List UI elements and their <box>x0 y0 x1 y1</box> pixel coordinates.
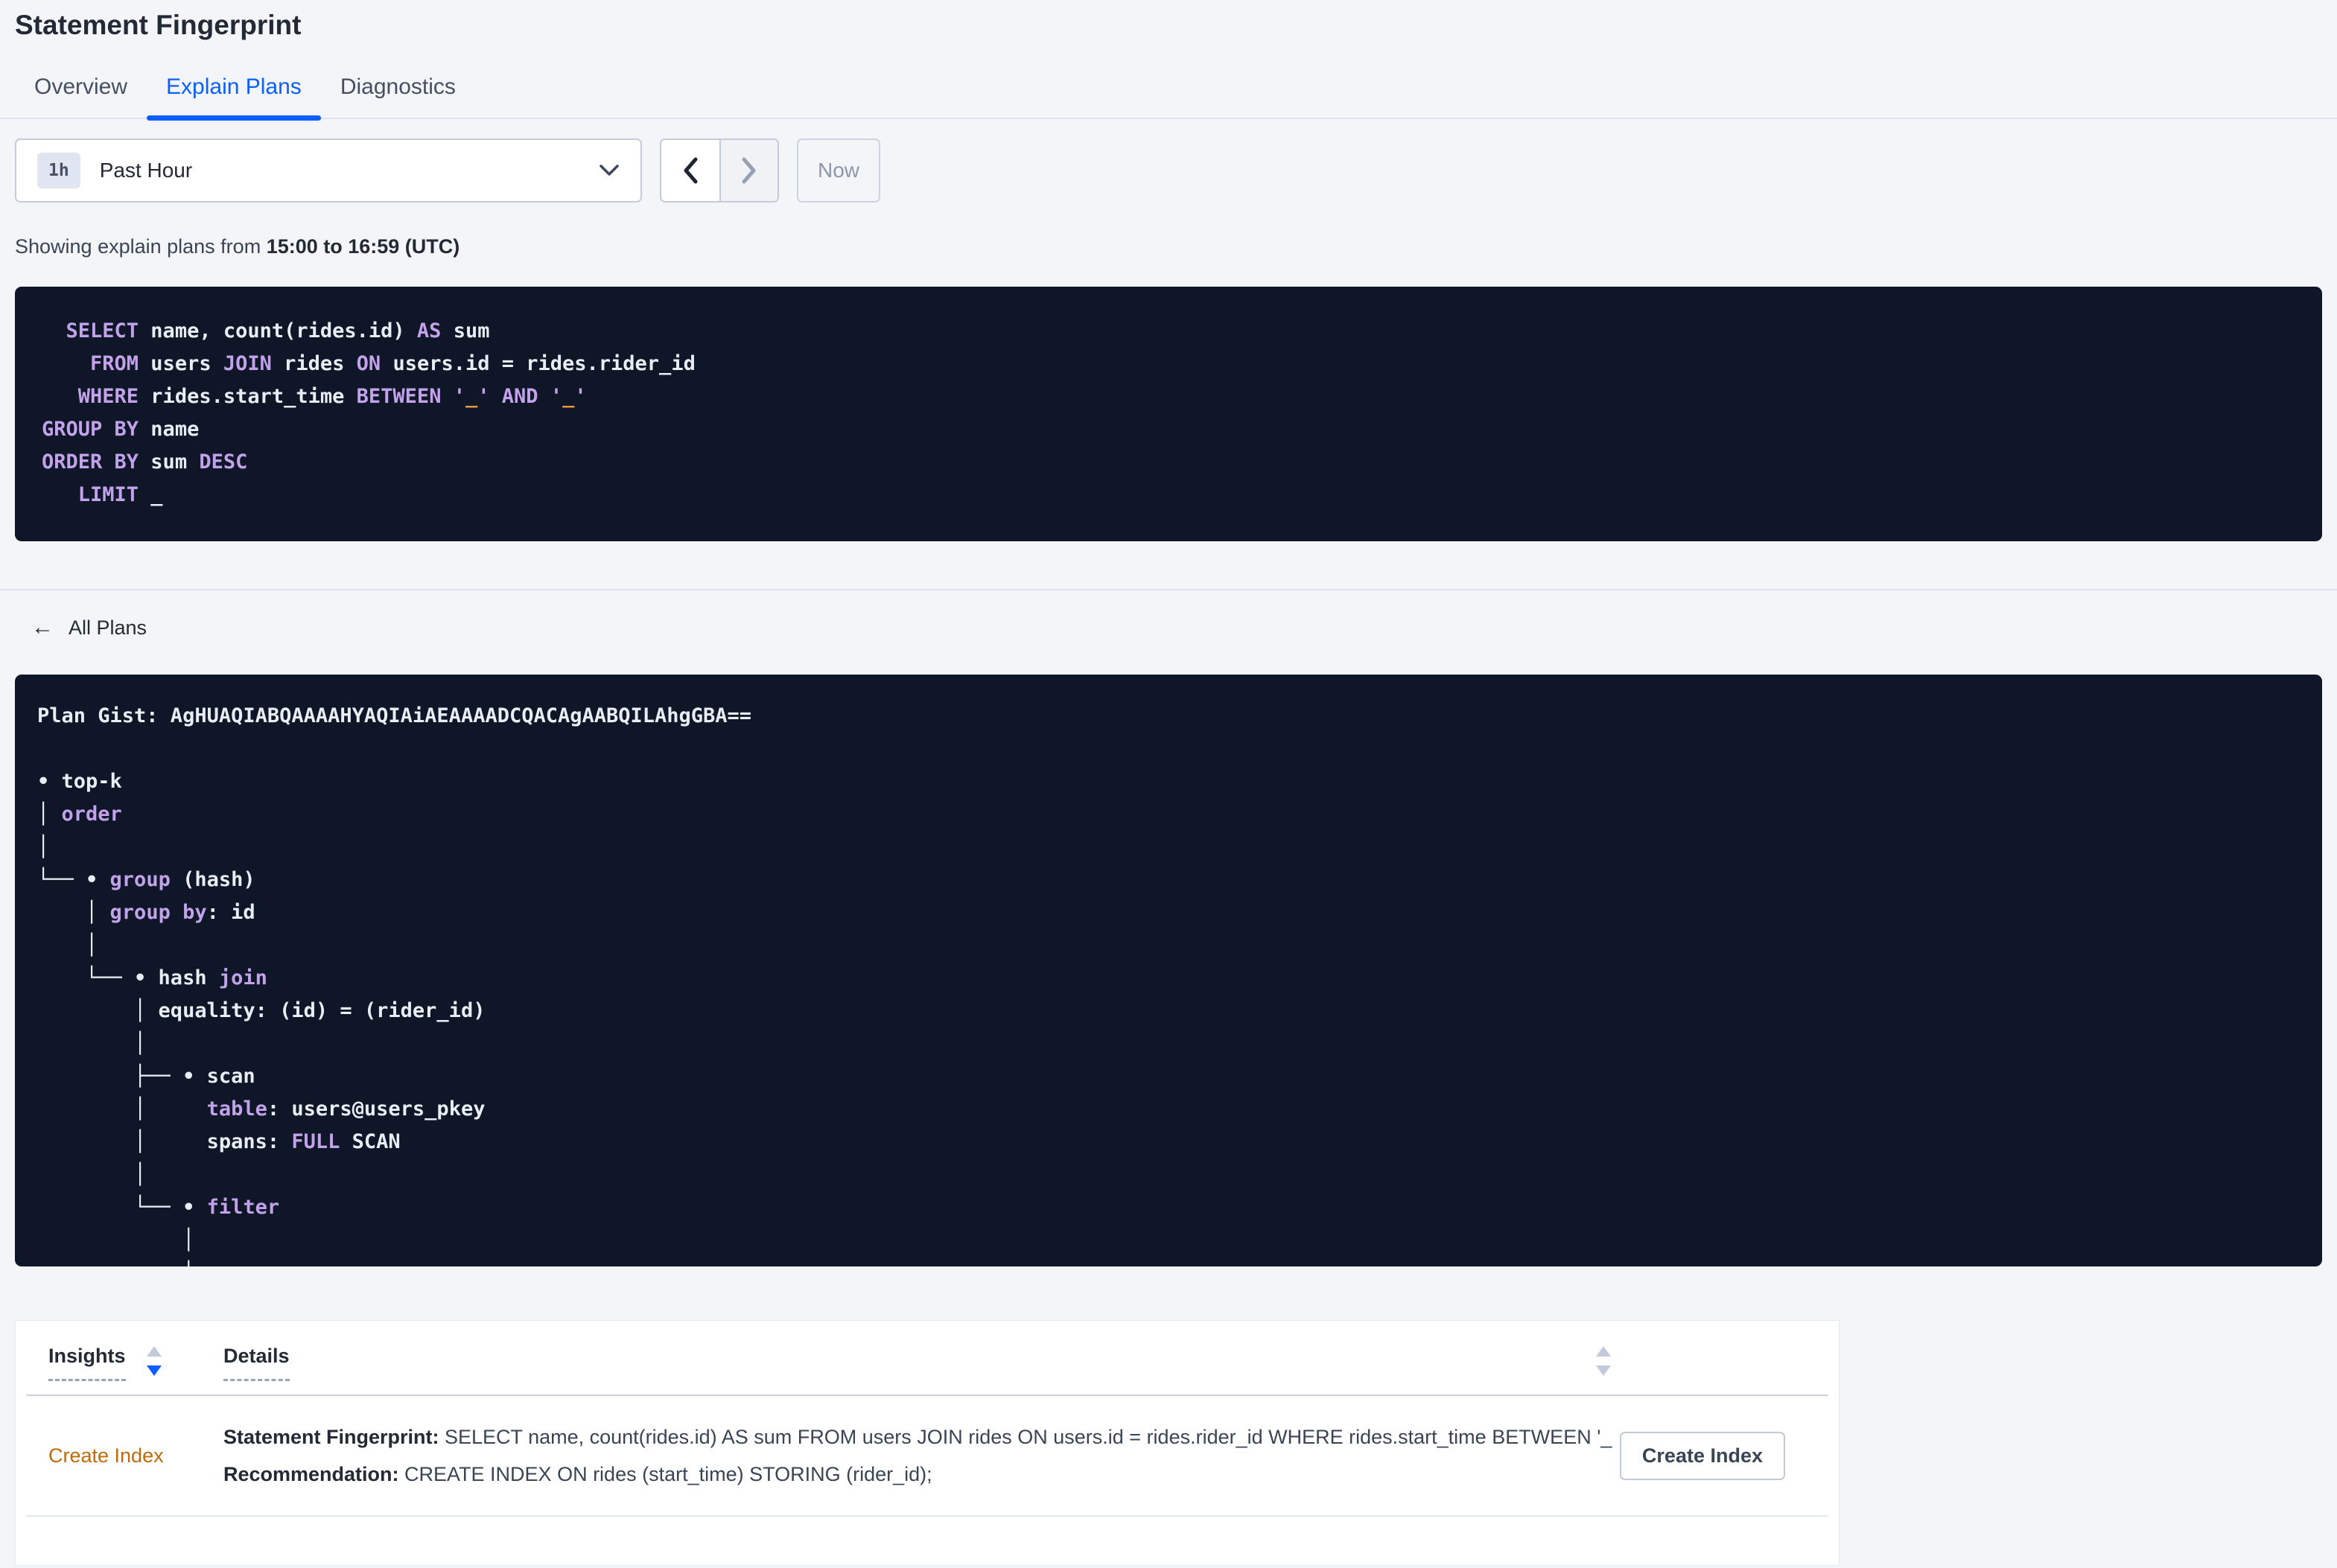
insight-action-cell: Create Index <box>1612 1431 1806 1480</box>
code-line: • top-k <box>37 770 122 793</box>
create-index-button[interactable]: Create Index <box>1619 1431 1785 1480</box>
code-line: ORDER BY sum DESC <box>42 450 248 474</box>
time-range-picker[interactable]: 1h Past Hour <box>15 138 642 203</box>
tab-diagnostics[interactable]: Diagnostics <box>321 63 475 118</box>
tab-explain-plans[interactable]: Explain Plans <box>147 63 321 121</box>
recommendation-label: Recommendation: <box>223 1463 399 1485</box>
insights-header-label[interactable]: Insights <box>48 1343 126 1381</box>
recommendation-text: CREATE INDEX ON rides (start_time) STORI… <box>398 1463 932 1485</box>
tab-overview[interactable]: Overview <box>15 63 147 118</box>
time-range-label: Past Hour <box>99 159 193 182</box>
code-line: │ spans: FULL SCAN <box>37 1130 401 1153</box>
sort-icon[interactable] <box>145 1345 163 1377</box>
time-step-buttons <box>660 138 779 203</box>
insight-details-cell: Statement Fingerprint: SELECT name, coun… <box>223 1418 1612 1493</box>
code-line: │ order <box>37 803 122 826</box>
code-line: │ <box>37 934 98 957</box>
code-line: │ <box>37 1257 2300 1266</box>
code-line: FROM users JOIN rides ON users.id = ride… <box>42 352 696 375</box>
all-plans-label: All Plans <box>69 616 147 639</box>
code-line: │ equality: (id) = (rider_id) <box>37 999 486 1022</box>
recommendation-line: Recommendation: CREATE INDEX ON rides (s… <box>223 1456 1612 1493</box>
chevron-right-icon <box>742 157 756 184</box>
code-line: │ group by: id <box>37 901 255 924</box>
all-plans-back-link[interactable]: ← All Plans <box>15 613 147 643</box>
code-line: └── • group (hash) <box>37 868 255 891</box>
prev-interval-button[interactable] <box>661 140 719 201</box>
code-line: │ <box>37 1163 147 1186</box>
code-line: SELECT name, count(rides.id) AS sum <box>42 319 490 342</box>
code-line: ├── • scan <box>37 1065 255 1088</box>
statement-fingerprint-text: SELECT name, count(rides.id) AS sum FROM… <box>439 1426 1612 1448</box>
chevron-left-icon <box>684 157 698 184</box>
interval-badge: 1h <box>37 153 80 188</box>
statement-fingerprint-line: Statement Fingerprint: SELECT name, coun… <box>223 1418 1612 1456</box>
tab-bar: Overview Explain Plans Diagnostics <box>0 63 2337 121</box>
now-button[interactable]: Now <box>797 138 880 203</box>
code-line: │ <box>37 1228 195 1252</box>
code-line: │ <box>37 835 50 858</box>
code-line: WHERE rides.start_time BETWEEN '_' AND '… <box>42 385 587 408</box>
details-column-header: Details <box>223 1343 1612 1381</box>
code-line: LIMIT _ <box>42 483 163 506</box>
time-controls: 1h Past Hour Now <box>15 138 2322 203</box>
code-line: │ table: users@users_pkey <box>37 1097 486 1121</box>
details-header-label[interactable]: Details <box>223 1343 290 1381</box>
plan-gist-box: Plan Gist: AgHUAQIABQAAAAHYAQIAiAEAAAADC… <box>15 675 2322 1266</box>
insight-type-label: Create Index <box>48 1444 164 1467</box>
statement-fingerprint-label: Statement Fingerprint: <box>223 1426 439 1448</box>
statement-fingerprint-page: Statement Fingerprint Overview Explain P… <box>0 0 2337 1568</box>
back-arrow-icon: ← <box>31 615 54 640</box>
showing-prefix: Showing explain plans from <box>15 235 261 258</box>
chevron-down-icon <box>600 165 619 176</box>
insights-table-header: Insights Details <box>26 1321 1828 1396</box>
page-title: Statement Fingerprint <box>15 10 302 40</box>
statement-sql-box: SELECT name, count(rides.id) AS sum FROM… <box>15 287 2322 541</box>
next-interval-button[interactable] <box>719 140 778 201</box>
code-line: Plan Gist: AgHUAQIABQAAAAHYAQIAiAEAAAADC… <box>37 704 752 727</box>
showing-range-text: Showing explain plans from 15:00 to 16:5… <box>15 235 2322 258</box>
code-line: GROUP BY name <box>42 418 200 441</box>
table-row: Create Index Statement Fingerprint: SELE… <box>26 1396 1828 1517</box>
code-line: └── • filter <box>37 1196 280 1219</box>
section-divider <box>0 589 2337 590</box>
code-line: └── • hash join <box>37 966 267 989</box>
code-line: │ <box>37 1032 147 1055</box>
sort-icon[interactable] <box>1594 1345 1612 1377</box>
insights-table-card: Insights Details Create Index Statement … <box>15 1320 1840 1566</box>
insights-column-header: Insights <box>48 1343 223 1381</box>
showing-range-value: 15:00 to 16:59 (UTC) <box>266 235 460 258</box>
